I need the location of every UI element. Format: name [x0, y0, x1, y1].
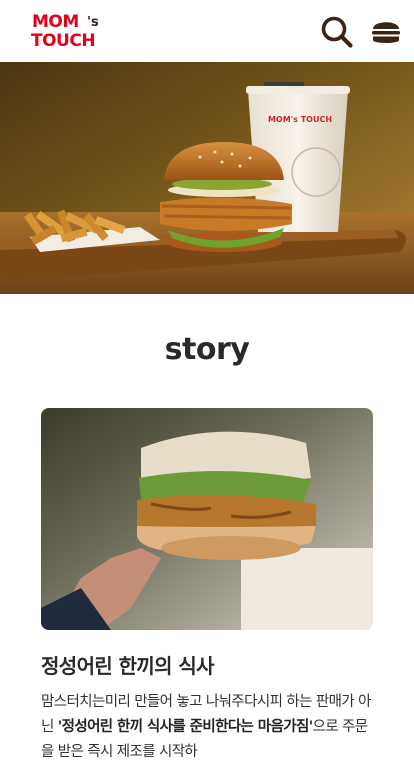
logo-text-touch: TOUCH: [31, 31, 96, 51]
menu-button[interactable]: [369, 15, 403, 49]
story-card-image[interactable]: [41, 408, 373, 630]
story-section-title: story: [164, 332, 250, 367]
story-card-desc-emphasis: '정성어린 한끼 식사를 준비한다는 마음가짐': [57, 719, 313, 735]
search-icon: [321, 16, 353, 48]
burger-menu-icon: [372, 22, 400, 43]
logo-text-mom: MOM: [32, 12, 79, 32]
hero-banner-image: MOM's TOUCH: [0, 62, 414, 294]
logo-text-apostrophe-s: 's: [87, 15, 99, 30]
cup-brand-text: MOM's TOUCH: [268, 115, 332, 124]
search-button[interactable]: [320, 15, 354, 49]
story-card-title: 정성어린 한끼의 식사: [41, 654, 215, 678]
moms-touch-logo[interactable]: MOM 's TOUCH: [30, 12, 100, 54]
site-header: MOM 's TOUCH: [0, 0, 414, 62]
story-card-description: 맘스터치는미리 만들어 놓고 나눠주다시피 하는 판매가 아닌 '정성어린 한끼…: [41, 690, 376, 765]
